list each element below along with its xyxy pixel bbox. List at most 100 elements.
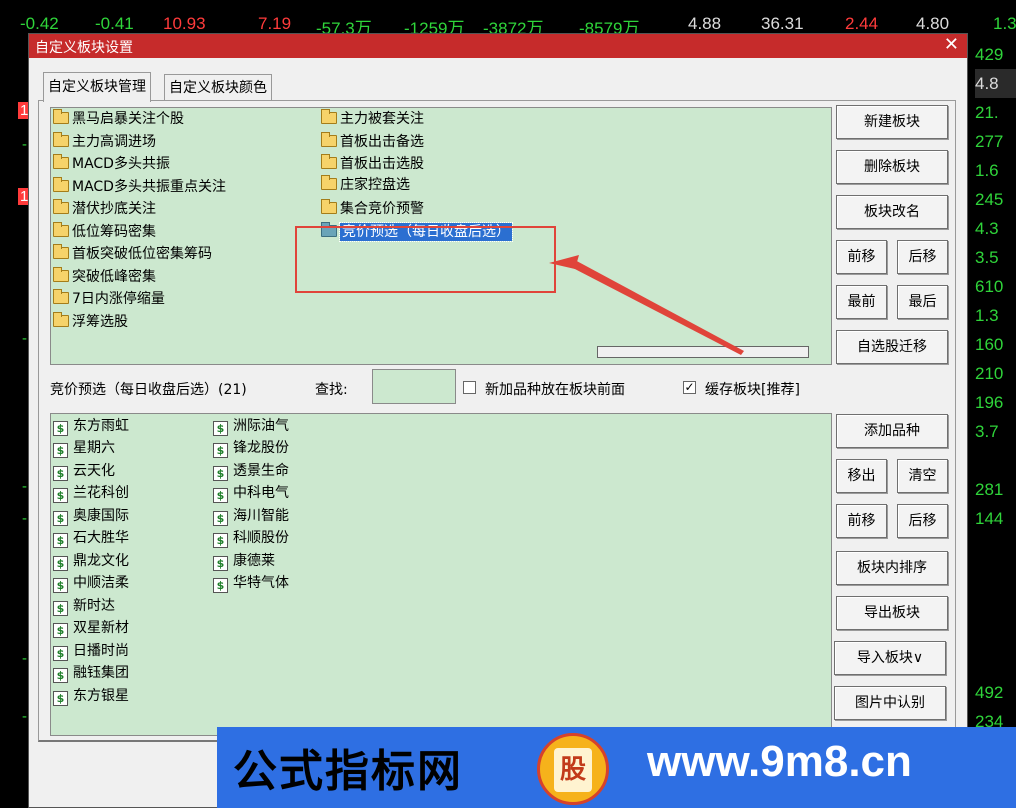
cache-block-label: 缓存板块[推荐] [705, 382, 800, 398]
list-item[interactable]: MACD多头共振重点关注 [53, 176, 226, 198]
folder-icon [53, 154, 69, 169]
list-item[interactable]: $ 海川智能 [213, 505, 289, 527]
move-up-button[interactable]: 前移 [836, 240, 887, 274]
list-item[interactable]: 浮筹选股 [53, 311, 128, 333]
quote-cell: -0.42 [20, 14, 59, 33]
list-item[interactable]: 集合竞价预警 [321, 198, 424, 220]
list-item[interactable]: $ 双星新材 [53, 617, 129, 639]
cache-block-checkbox[interactable]: ✓ [683, 381, 696, 394]
quote-value [975, 649, 1016, 678]
block-name: 首板突破低位密集筹码 [72, 246, 212, 262]
stock-name: 星期六 [73, 440, 115, 456]
block-name: 低位筹码密集 [72, 224, 156, 240]
tab-block-management[interactable]: 自定义板块管理 [43, 72, 151, 102]
stock-icon: $ [53, 691, 68, 706]
list-item[interactable]: $ 锋龙股份 [213, 437, 289, 459]
list-item[interactable]: 突破低峰密集 [53, 266, 156, 288]
block-name: 首板出击选股 [340, 156, 424, 172]
block-name: 黑马启暴关注个股 [72, 111, 184, 127]
list-item[interactable]: $ 中科电气 [213, 482, 289, 504]
stock-name: 融钰集团 [73, 665, 129, 681]
import-block-button[interactable]: 导入板块∨ [834, 641, 946, 675]
list-item[interactable]: 首板出击选股 [321, 153, 424, 175]
remove-stock-button[interactable]: 移出 [836, 459, 887, 493]
stock-name: 东方银星 [73, 688, 129, 704]
move-first-button[interactable]: 最前 [836, 285, 887, 319]
search-input[interactable] [372, 369, 456, 404]
list-item[interactable]: $ 康德莱 [213, 550, 275, 572]
stock-move-down-button[interactable]: 后移 [897, 504, 948, 538]
list-item[interactable]: $ 云天化 [53, 460, 115, 482]
list-item[interactable]: $ 中顺洁柔 [53, 572, 129, 594]
block-name: 7日内涨停缩量 [72, 291, 165, 307]
quote-value: 429 [975, 45, 1004, 64]
stock-icon: $ [213, 511, 228, 526]
quote-value: 1.6 [975, 161, 999, 180]
highlight-box [295, 226, 556, 293]
quote-cell: 36.31 [761, 14, 804, 33]
list-item[interactable]: $ 东方银星 [53, 685, 129, 707]
list-item[interactable]: $ 兰花科创 [53, 482, 129, 504]
folder-icon [321, 175, 337, 190]
dialog-titlebar[interactable]: 自定义板块设置 ✕ [29, 34, 967, 58]
clear-stocks-button[interactable]: 清空 [897, 459, 948, 493]
list-item[interactable]: $ 透景生命 [213, 460, 289, 482]
list-item[interactable]: $ 日播时尚 [53, 640, 129, 662]
export-block-button[interactable]: 导出板块 [836, 596, 948, 630]
add-stock-button[interactable]: 添加品种 [836, 414, 948, 448]
list-item[interactable]: $ 洲际油气 [213, 415, 289, 437]
list-item[interactable]: 首板出击备选 [321, 131, 424, 153]
close-icon[interactable]: ✕ [944, 34, 959, 55]
list-item[interactable]: MACD多头共振 [53, 153, 170, 175]
rename-block-button[interactable]: 板块改名 [836, 195, 948, 229]
list-item[interactable]: $ 东方雨虹 [53, 415, 129, 437]
list-item[interactable]: $ 新时达 [53, 595, 115, 617]
list-item[interactable]: $ 融钰集团 [53, 662, 129, 684]
stock-name: 兰花科创 [73, 485, 129, 501]
list-item[interactable]: $ 华特气体 [213, 572, 289, 594]
block-name: 突破低峰密集 [72, 269, 156, 285]
list-item[interactable]: 主力高调进场 [53, 131, 156, 153]
list-item[interactable]: $ 石大胜华 [53, 527, 129, 549]
quote-value: 3.7 [975, 422, 999, 441]
quote-value: 210 [975, 364, 1004, 383]
new-block-button[interactable]: 新建板块 [836, 105, 948, 139]
stock-name: 东方雨虹 [73, 418, 129, 434]
list-item[interactable]: 7日内涨停缩量 [53, 288, 165, 310]
sort-in-block-button[interactable]: 板块内排序 [836, 551, 948, 585]
stock-list[interactable]: $ 东方雨虹 $ 星期六 $ 云天化 $ 兰花科创 $ 奥康国际 $ 石大胜华 $ 鼎龙文化 … [50, 413, 832, 736]
folder-icon [53, 289, 69, 304]
custom-block-settings-dialog: 自定义板块设置 ✕ 自定义板块管理 自定义板块颜色 黑马启暴关注个股 主力高调进… [28, 33, 968, 808]
list-item[interactable]: $ 星期六 [53, 437, 115, 459]
stock-icon: $ [53, 488, 68, 503]
stock-move-up-button[interactable]: 前移 [836, 504, 887, 538]
quote-cell: 1.3 [993, 14, 1016, 33]
stock-icon: $ [213, 578, 228, 593]
image-recognition-button[interactable]: 图片中认别 [834, 686, 946, 720]
stock-name: 日播时尚 [73, 643, 129, 659]
list-item[interactable]: 首板突破低位密集筹码 [53, 243, 212, 265]
stock-name: 奥康国际 [73, 508, 129, 524]
move-last-button[interactable]: 最后 [897, 285, 948, 319]
list-item[interactable]: 主力被套关注 [321, 108, 424, 130]
migrate-stocks-button[interactable]: 自选股迁移 [836, 330, 948, 364]
add-front-checkbox[interactable] [463, 381, 476, 394]
tab-block-color[interactable]: 自定义板块颜色 [164, 74, 272, 100]
list-item[interactable]: 庄家控盘选 [321, 174, 410, 196]
list-item[interactable]: $ 科顺股份 [213, 527, 289, 549]
stock-icon: $ [53, 556, 68, 571]
quote-value: 1.3 [975, 306, 999, 325]
stock-name: 石大胜华 [73, 530, 129, 546]
list-item[interactable]: $ 奥康国际 [53, 505, 129, 527]
stock-icon: $ [53, 511, 68, 526]
move-down-button[interactable]: 后移 [897, 240, 948, 274]
list-item[interactable]: $ 鼎龙文化 [53, 550, 129, 572]
stock-name: 海川智能 [233, 508, 289, 524]
quote-value [975, 591, 1016, 620]
list-item[interactable]: 黑马启暴关注个股 [53, 108, 184, 130]
delete-block-button[interactable]: 删除板块 [836, 150, 948, 184]
stock-icon: $ [53, 668, 68, 683]
list-item[interactable]: 低位筹码密集 [53, 221, 156, 243]
list-item[interactable]: 潜伏抄底关注 [53, 198, 156, 220]
quote-value: 610 [975, 277, 1004, 296]
